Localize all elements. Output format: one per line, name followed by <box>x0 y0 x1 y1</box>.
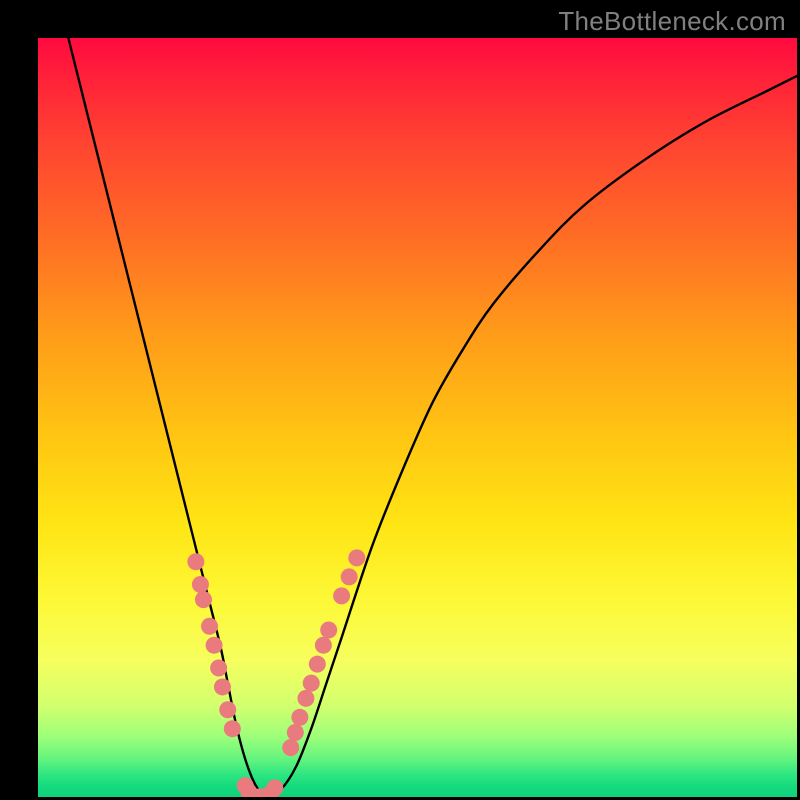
highlight-dot <box>224 720 241 737</box>
highlight-dot <box>303 675 320 692</box>
highlight-dot <box>320 622 337 639</box>
highlight-dot <box>219 701 236 718</box>
highlight-dot <box>291 709 308 726</box>
highlight-dot <box>192 576 209 593</box>
highlight-dot <box>201 618 218 635</box>
watermark-text: TheBottleneck.com <box>558 6 786 37</box>
highlight-dot <box>282 739 299 756</box>
highlight-dot <box>214 678 231 695</box>
curve-layer <box>38 38 797 797</box>
highlight-dot <box>341 568 358 585</box>
highlight-dot <box>195 591 212 608</box>
highlight-dot <box>315 637 332 654</box>
bottleneck-curve <box>68 38 797 797</box>
highlight-dot <box>266 779 283 796</box>
highlight-dot <box>210 659 227 676</box>
highlight-dot <box>309 656 326 673</box>
highlight-dots <box>187 549 365 797</box>
highlight-dot <box>206 637 223 654</box>
highlight-dot <box>348 549 365 566</box>
highlight-dot <box>287 724 304 741</box>
highlight-dot <box>333 587 350 604</box>
highlight-dot <box>187 553 204 570</box>
highlight-dot <box>297 690 314 707</box>
plot-area <box>38 38 797 797</box>
chart-stage: TheBottleneck.com <box>0 0 800 800</box>
